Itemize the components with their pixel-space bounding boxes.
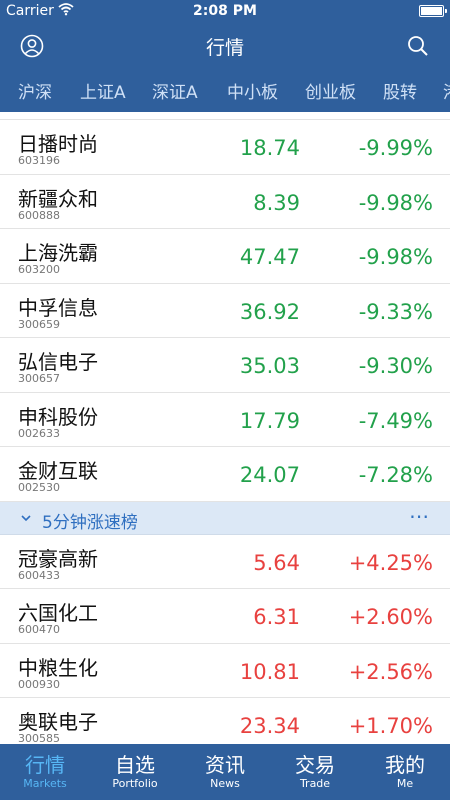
bottom-tab-bar: 行情 Markets 自选 Portfolio 资讯 News 交易 Trade… bbox=[0, 744, 450, 800]
stock-price: 47.47 bbox=[239, 245, 300, 269]
stock-code: 002530 bbox=[18, 481, 60, 494]
clock: 2:08 PM bbox=[193, 3, 257, 19]
list-item bbox=[0, 112, 450, 120]
stock-price: 36.92 bbox=[239, 299, 300, 324]
stock-row[interactable]: 中粮生化 000930 10.81 +2.56% bbox=[0, 643, 450, 698]
stock-name: 金财互联 bbox=[18, 459, 98, 483]
tab-chinext[interactable]: 创业板 bbox=[305, 78, 356, 103]
tab-neeq[interactable]: 股转 bbox=[383, 78, 417, 103]
stock-row[interactable]: 上海洗霸 603200 47.47 -9.98% bbox=[0, 229, 450, 284]
stock-row[interactable]: 中孚信息 300659 36.92 -9.33% bbox=[0, 283, 450, 338]
tab-label-en: Me bbox=[396, 777, 414, 790]
stock-price: 5.64 bbox=[253, 550, 300, 575]
stock-name: 新疆众和 bbox=[18, 186, 98, 211]
chevron-down-icon[interactable] bbox=[20, 512, 32, 524]
stock-code: 300659 bbox=[18, 317, 60, 331]
battery-icon bbox=[419, 5, 447, 17]
stock-change-pct: +4.25% bbox=[348, 550, 433, 575]
stock-name: 弘信电子 bbox=[18, 350, 98, 374]
stock-row[interactable]: 六国化工 600470 6.31 +2.60% bbox=[0, 589, 450, 644]
tab-markets[interactable]: 行情 Markets bbox=[0, 744, 90, 800]
stock-change-pct: +2.60% bbox=[348, 605, 433, 629]
stock-row[interactable]: 金财互联 002530 24.07 -7.28% bbox=[0, 447, 450, 502]
tab-shenzhen-a[interactable]: 深证A bbox=[152, 78, 198, 103]
stock-code: 600433 bbox=[18, 568, 60, 582]
stock-change-pct: -7.49% bbox=[358, 408, 433, 433]
stock-change-pct: +2.56% bbox=[348, 659, 433, 684]
stock-price: 24.07 bbox=[239, 463, 300, 487]
nav-bar: 行情 bbox=[0, 22, 450, 68]
stock-name: 上海洗霸 bbox=[18, 241, 98, 265]
stock-price: 23.34 bbox=[239, 714, 300, 738]
stock-change-pct: -9.33% bbox=[358, 299, 433, 324]
tab-label-cn: 资讯 bbox=[205, 753, 245, 777]
tab-me[interactable]: 我的 Me bbox=[360, 744, 450, 800]
stock-row[interactable]: 新疆众和 600888 8.39 -9.98% bbox=[0, 174, 450, 229]
stock-name: 奥联电子 bbox=[18, 710, 98, 734]
tab-portfolio[interactable]: 自选 Portfolio bbox=[90, 744, 180, 800]
tab-hk[interactable]: 港 bbox=[443, 78, 450, 103]
stock-name: 中粮生化 bbox=[18, 655, 98, 680]
page-title: 行情 bbox=[205, 37, 244, 59]
tab-hushen[interactable]: 沪深 bbox=[18, 78, 52, 103]
stock-price: 18.74 bbox=[239, 136, 300, 160]
stock-change-pct: +1.70% bbox=[348, 714, 433, 738]
stock-change-pct: -9.30% bbox=[358, 354, 433, 378]
stock-price: 6.31 bbox=[253, 605, 300, 629]
market-tabs: 沪深 上证A 深证A 中小板 创业板 股转 港 bbox=[0, 68, 450, 112]
stock-code: 600888 bbox=[18, 208, 60, 222]
section-header-5min-speed[interactable]: 5分钟涨速榜 ⋯ bbox=[0, 501, 450, 535]
stock-row[interactable]: 弘信电子 300657 35.03 -9.30% bbox=[0, 338, 450, 393]
tab-shanghai-a[interactable]: 上证A bbox=[80, 78, 126, 103]
stock-change-pct: -7.28% bbox=[358, 463, 433, 487]
stock-name: 冠豪高新 bbox=[18, 546, 98, 571]
stock-name: 中孚信息 bbox=[18, 295, 98, 320]
tab-sme-board[interactable]: 中小板 bbox=[227, 78, 278, 103]
tab-label-cn: 行情 bbox=[25, 753, 65, 777]
stock-price: 8.39 bbox=[253, 190, 300, 215]
stock-code: 603200 bbox=[18, 263, 60, 276]
tab-label-en: Trade bbox=[299, 777, 331, 790]
section-title: 5分钟涨速榜 bbox=[42, 512, 138, 533]
stock-row[interactable]: 冠豪高新 600433 5.64 +4.25% bbox=[0, 534, 450, 589]
stock-name: 申科股份 bbox=[18, 404, 98, 429]
tab-label-en: News bbox=[210, 777, 240, 790]
stock-code: 603196 bbox=[18, 154, 60, 167]
stock-name: 六国化工 bbox=[18, 601, 98, 625]
stock-price: 10.81 bbox=[239, 659, 300, 684]
stock-list[interactable]: 日播时尚 603196 18.74 -9.99% 新疆众和 600888 8.3… bbox=[0, 112, 450, 744]
stock-code: 002633 bbox=[18, 426, 60, 440]
tab-label-en: Markets bbox=[23, 777, 67, 790]
stock-change-pct: -9.98% bbox=[358, 245, 433, 269]
stock-row[interactable]: 日播时尚 603196 18.74 -9.99% bbox=[0, 120, 450, 175]
stock-change-pct: -9.98% bbox=[358, 190, 433, 215]
ellipsis-icon[interactable]: ⋯ bbox=[409, 504, 430, 528]
tab-label-cn: 我的 bbox=[385, 753, 425, 777]
stock-code: 000930 bbox=[18, 677, 60, 691]
search-icon[interactable] bbox=[406, 34, 430, 58]
stock-price: 35.03 bbox=[239, 354, 300, 378]
tab-label-cn: 交易 bbox=[295, 753, 335, 777]
stock-row[interactable]: 奥联电子 300585 23.34 +1.70% bbox=[0, 698, 450, 744]
stock-change-pct: -9.99% bbox=[358, 136, 433, 160]
tab-news[interactable]: 资讯 News bbox=[180, 744, 270, 800]
tab-label-cn: 自选 bbox=[115, 753, 155, 777]
tab-trade[interactable]: 交易 Trade bbox=[270, 744, 360, 800]
stock-code: 600470 bbox=[18, 623, 60, 636]
stock-row[interactable]: 申科股份 002633 17.79 -7.49% bbox=[0, 392, 450, 447]
stock-code: 300657 bbox=[18, 372, 60, 385]
stock-price: 17.79 bbox=[239, 408, 300, 433]
tab-label-en: Portfolio bbox=[112, 777, 158, 790]
status-bar: Carrier 2:08 PM bbox=[0, 0, 450, 22]
stock-name: 日播时尚 bbox=[18, 132, 98, 156]
stock-code: 300585 bbox=[18, 732, 60, 744]
